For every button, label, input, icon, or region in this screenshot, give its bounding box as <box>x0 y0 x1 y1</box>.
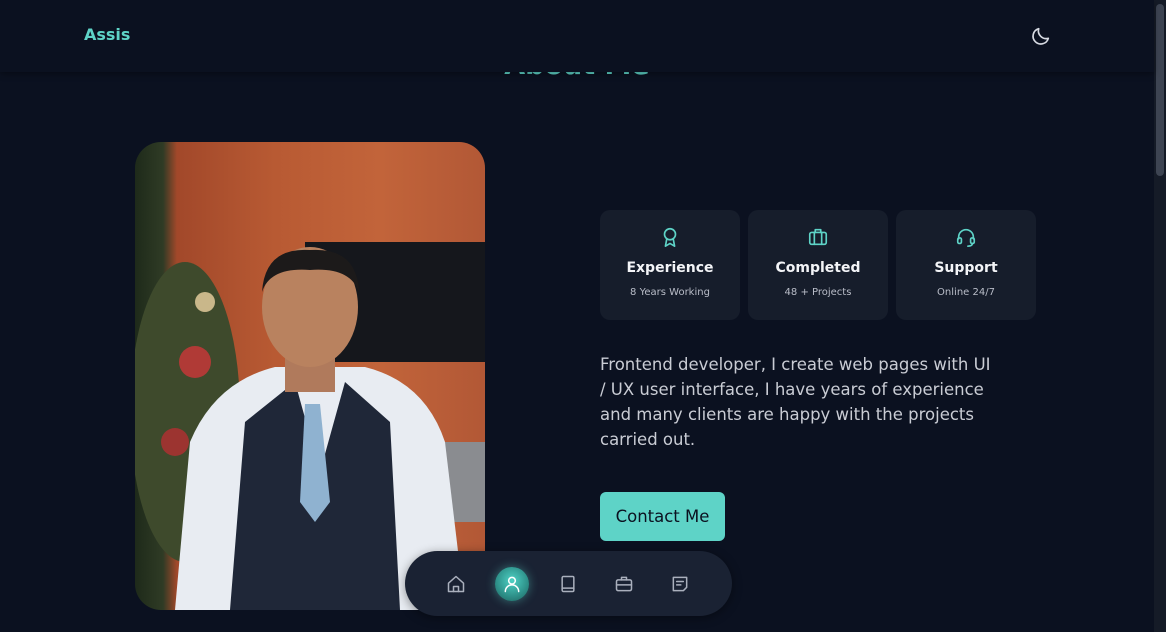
nav-contact[interactable] <box>663 567 697 601</box>
stat-title: Experience <box>626 260 714 276</box>
briefcase-icon <box>615 576 633 592</box>
nav-home[interactable] <box>439 567 473 601</box>
logo[interactable]: Assis <box>84 25 130 44</box>
stat-title: Completed <box>775 260 861 276</box>
stat-subtitle: Online 24/7 <box>937 287 995 298</box>
message-icon <box>672 576 688 592</box>
stat-subtitle: 48 + Projects <box>784 287 852 298</box>
stat-card-experience: Experience 8 Years Working <box>600 210 740 320</box>
nav-portfolio[interactable] <box>607 567 641 601</box>
book-icon <box>561 575 575 593</box>
home-icon <box>447 575 465 593</box>
award-icon <box>659 226 681 248</box>
scrollbar-thumb[interactable] <box>1156 4 1164 176</box>
scrollbar[interactable] <box>1154 0 1166 632</box>
stat-card-completed: Completed 48 + Projects <box>748 210 888 320</box>
about-description: Frontend developer, I create web pages w… <box>600 355 991 449</box>
stat-title: Support <box>934 260 998 276</box>
header: Assis <box>0 0 1154 72</box>
contact-button[interactable]: Contact Me <box>600 492 725 541</box>
user-icon <box>504 576 520 593</box>
briefcase-icon <box>807 226 829 248</box>
moon-icon[interactable] <box>1030 25 1052 47</box>
stat-subtitle: 8 Years Working <box>630 287 710 298</box>
profile-photo <box>135 142 485 610</box>
nav-skills[interactable] <box>551 567 585 601</box>
stat-card-support: Support Online 24/7 <box>896 210 1036 320</box>
bottom-nav <box>405 551 732 616</box>
nav-about[interactable] <box>495 567 529 601</box>
headset-icon <box>955 226 977 248</box>
